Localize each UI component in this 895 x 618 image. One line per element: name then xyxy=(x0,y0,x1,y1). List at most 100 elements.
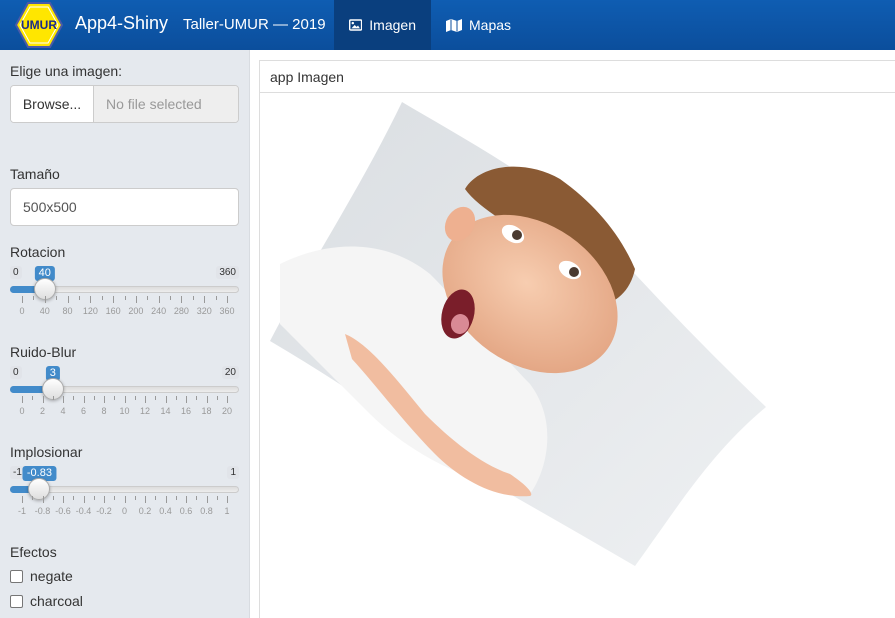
size-label: Tamaño xyxy=(10,166,60,182)
sidebar: Elige una imagen: Browse... No file sele… xyxy=(0,50,250,618)
slider-tick xyxy=(52,496,54,500)
slider-tick xyxy=(73,396,75,400)
slider-grid-label: 80 xyxy=(62,306,73,316)
slider-tick xyxy=(227,396,228,403)
file-input-label: Elige una imagen: xyxy=(10,63,123,79)
slider-tick xyxy=(32,396,34,400)
tab-imagen[interactable]: Imagen xyxy=(334,0,431,50)
slider-ticks xyxy=(10,296,239,304)
slider-grid-label: 0 xyxy=(19,306,25,316)
map-icon xyxy=(446,18,462,32)
charcoal-checkbox-row[interactable]: charcoal xyxy=(10,593,83,609)
slider-ticks xyxy=(10,496,239,504)
slider-tick xyxy=(124,396,126,403)
image-panel: app Imagen xyxy=(259,60,895,618)
slider-tick xyxy=(206,496,208,503)
slider-grid-label: 320 xyxy=(196,306,212,316)
slider-tick xyxy=(32,496,34,500)
negate-checkbox-row[interactable]: negate xyxy=(10,568,73,584)
charcoal-label: charcoal xyxy=(30,593,83,609)
negate-label: negate xyxy=(30,568,73,584)
slider-tick xyxy=(42,396,44,403)
slider-tick xyxy=(186,496,187,503)
slider-max-label: 20 xyxy=(221,366,239,379)
slider-grid-label: 14 xyxy=(160,406,171,416)
slider-grid-label: 200 xyxy=(128,306,144,316)
slider-tick xyxy=(227,296,228,303)
slider-tick xyxy=(158,296,160,303)
slider-grid-label: 10 xyxy=(119,406,130,416)
implosionar-slider[interactable]: -1 1 -0.83 -1 -0.8 -0.6 -0.4 -0.2 0 0.2 0.4 0.6 0.8 1 xyxy=(10,466,239,536)
slider-tick xyxy=(78,296,80,300)
slider-tick xyxy=(215,296,217,300)
slider-min-label: 0 xyxy=(10,366,22,379)
slider-ticks xyxy=(10,396,239,404)
slider-tick xyxy=(165,496,167,503)
rotacion-slider[interactable]: 0 360 40 0 40 80 120 160 200 240 280 320 360 xyxy=(10,266,239,336)
efectos-label: Efectos xyxy=(10,544,57,560)
file-name-field[interactable]: No file selected xyxy=(94,86,238,122)
slider-tick xyxy=(155,496,157,500)
charcoal-checkbox[interactable] xyxy=(10,594,23,608)
slider-tick xyxy=(170,296,172,300)
slider-grid-label: -0.6 xyxy=(55,506,71,516)
navbar: UMUR App4-Shiny Taller-UMUR — 2019 Image… xyxy=(0,0,895,50)
slider-grid-label: 0.6 xyxy=(179,506,193,516)
slider-tick xyxy=(135,296,137,303)
slider-tick xyxy=(124,296,126,300)
slider-max-label: 1 xyxy=(227,466,239,479)
slider-tick xyxy=(145,496,146,503)
slider-grid-label: 2 xyxy=(39,406,46,416)
slider-grid-label: -0.2 xyxy=(96,506,112,516)
slider-grid-label: 240 xyxy=(151,306,167,316)
rotacion-label: Rotacion xyxy=(10,244,66,260)
slider-tick xyxy=(155,396,157,400)
slider-tick xyxy=(113,296,115,303)
slider-max-label: 360 xyxy=(216,266,239,279)
app-brand[interactable]: App4-Shiny xyxy=(75,13,168,34)
slider-tick xyxy=(67,296,69,303)
slider-tick xyxy=(42,496,44,503)
slider-grid-label: 6 xyxy=(80,406,87,416)
slider-tick xyxy=(134,396,136,400)
slider-tick xyxy=(165,396,167,403)
slider-tick xyxy=(104,396,105,403)
slider-grid-label: 0.8 xyxy=(200,506,213,516)
slider-tick xyxy=(22,496,23,503)
slider-tick xyxy=(63,396,64,403)
ruido-blur-slider[interactable]: 0 20 3 0 2 4 6 8 10 12 14 16 18 20 xyxy=(10,366,239,436)
size-input[interactable] xyxy=(10,188,239,226)
panel-title: app Imagen xyxy=(260,61,895,93)
image-icon xyxy=(349,19,363,31)
slider-tick xyxy=(196,396,198,400)
slider-grid-label: 8 xyxy=(101,406,107,416)
slider-tick xyxy=(227,496,228,503)
slider-grid-label: 0 xyxy=(121,506,128,516)
slider-tick xyxy=(63,496,64,503)
slider-tick xyxy=(83,496,85,503)
browse-button[interactable]: Browse... xyxy=(11,86,94,122)
slider-tick xyxy=(192,296,194,300)
processed-image xyxy=(270,102,766,566)
slider-tick xyxy=(56,296,58,300)
slider-grid-label: -0.4 xyxy=(75,506,92,516)
slider-grid-label: 16 xyxy=(180,406,192,416)
slider-tick xyxy=(93,396,95,400)
slider-tick xyxy=(73,496,75,500)
slider-tick xyxy=(114,496,116,500)
logo-text: UMUR xyxy=(21,18,57,32)
slider-grid-label: 0.2 xyxy=(138,506,152,516)
slider-tick xyxy=(196,496,198,500)
negate-checkbox[interactable] xyxy=(10,569,23,583)
slider-tick xyxy=(186,396,187,403)
slider-grid-label: 1 xyxy=(224,506,230,516)
slider-grid-label: -0.8 xyxy=(34,506,51,516)
slider-grid-label: 160 xyxy=(105,306,121,316)
slider-grid-label: 12 xyxy=(139,406,151,416)
slider-tick xyxy=(104,496,105,503)
implosionar-label: Implosionar xyxy=(10,444,83,460)
tab-mapas[interactable]: Mapas xyxy=(431,0,526,50)
ruido-blur-label: Ruido-Blur xyxy=(10,344,77,360)
slider-tick xyxy=(206,396,208,403)
slider-tick xyxy=(181,296,183,303)
